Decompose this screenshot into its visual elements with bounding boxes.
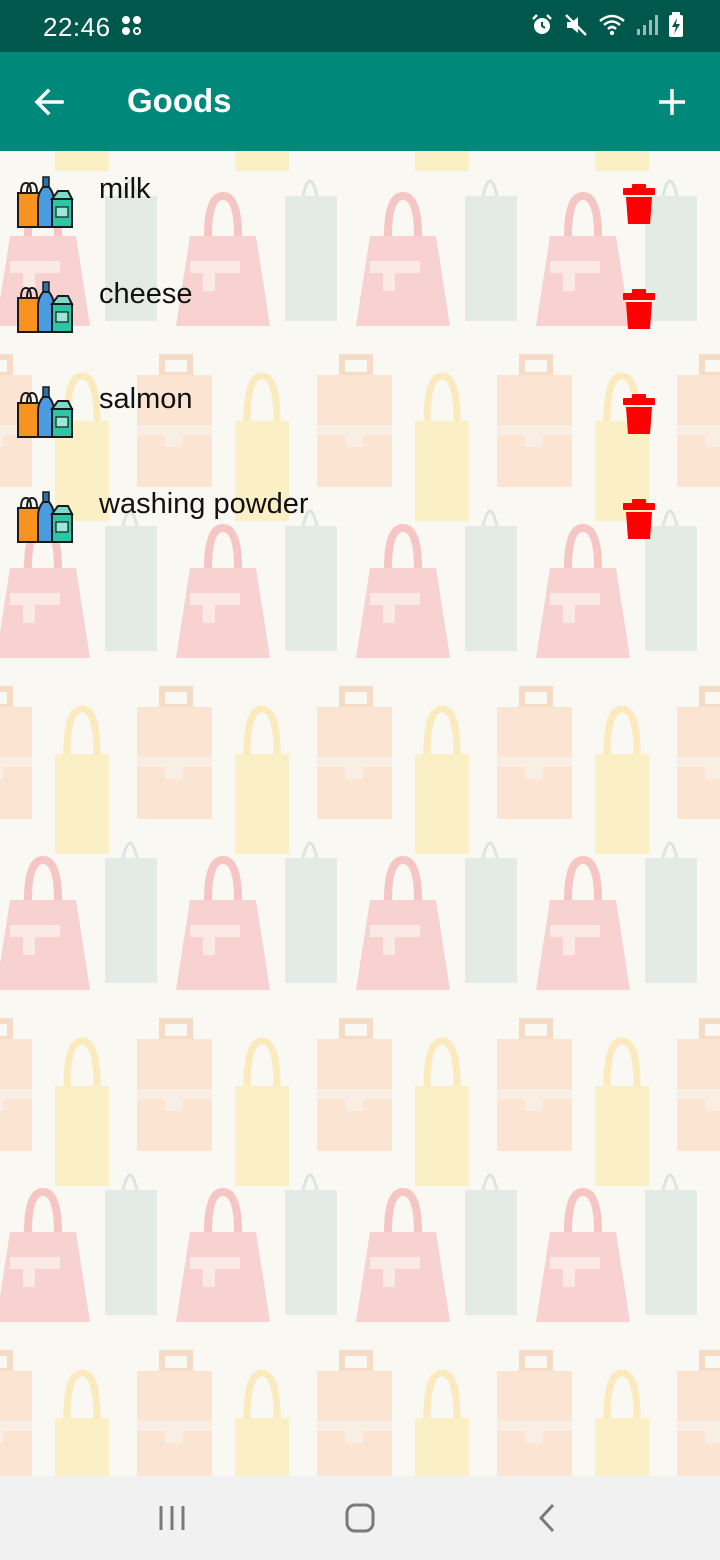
groceries-icon <box>16 175 74 233</box>
delete-button[interactable] <box>620 393 658 435</box>
notification-dots-icon <box>120 14 144 43</box>
plus-icon <box>659 89 685 115</box>
delete-button[interactable] <box>620 183 658 225</box>
wifi-icon <box>598 13 626 37</box>
nav-back-button[interactable] <box>528 1498 568 1538</box>
back-button[interactable] <box>26 78 74 126</box>
status-bar: 22:46 <box>0 0 720 52</box>
mute-icon <box>564 13 588 37</box>
item-label: cheese <box>99 278 193 310</box>
alarm-icon <box>530 13 554 37</box>
trash-icon <box>623 184 655 224</box>
arrow-left-icon <box>34 88 64 116</box>
trash-icon <box>623 394 655 434</box>
recent-apps-button[interactable] <box>152 1498 192 1538</box>
add-button[interactable] <box>648 78 696 126</box>
list-item[interactable]: cheese <box>0 256 720 361</box>
goods-list: milk cheese salmon washing powder <box>0 151 720 571</box>
recent-apps-icon <box>159 1506 185 1530</box>
home-icon <box>345 1503 375 1533</box>
item-label: milk <box>99 173 151 205</box>
groceries-icon <box>16 385 74 443</box>
item-label: washing powder <box>99 488 309 520</box>
app-bar: Goods <box>0 52 720 151</box>
list-item[interactable]: milk <box>0 151 720 256</box>
groceries-icon <box>16 280 74 338</box>
list-item[interactable]: salmon <box>0 361 720 466</box>
home-button[interactable] <box>340 1498 380 1538</box>
page-title: Goods <box>127 82 232 119</box>
system-nav-bar <box>0 1476 720 1560</box>
trash-icon <box>623 289 655 329</box>
list-item[interactable]: washing powder <box>0 466 720 571</box>
trash-icon <box>623 499 655 539</box>
delete-button[interactable] <box>620 498 658 540</box>
battery-charging-icon <box>668 12 684 38</box>
delete-button[interactable] <box>620 288 658 330</box>
item-label: salmon <box>99 383 193 415</box>
back-icon <box>538 1503 555 1533</box>
groceries-icon <box>16 490 74 548</box>
signal-icon <box>636 13 658 37</box>
status-time: 22:46 <box>43 12 111 42</box>
